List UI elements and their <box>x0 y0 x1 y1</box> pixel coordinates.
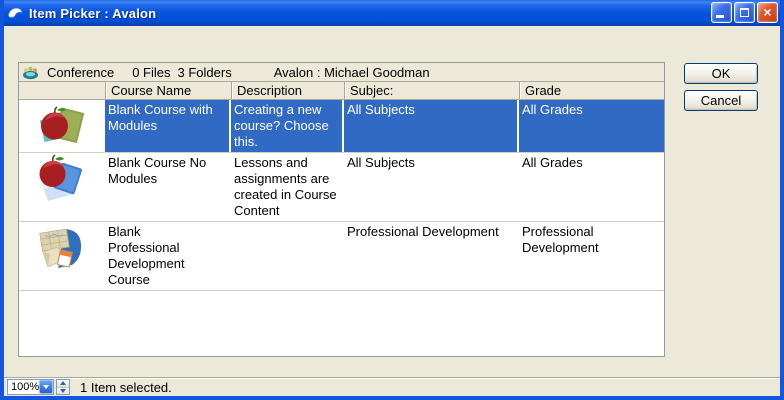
status-bar: 100% 1 Item selected. <box>4 377 780 396</box>
table-row[interactable]: Blank Course with Modules Creating a new… <box>19 100 664 153</box>
cell-description: Creating a new course? Choose this. <box>231 100 342 152</box>
zoom-spinner <box>56 379 70 395</box>
folders-count: 3 Folders <box>178 65 232 80</box>
row-icon-cell <box>19 153 105 221</box>
maximize-icon <box>740 8 749 17</box>
close-button[interactable]: × <box>757 2 778 23</box>
table-row[interactable]: Blank Course No Modules Lessons and assi… <box>19 153 664 222</box>
window-icon <box>7 5 24 21</box>
course-with-modules-icon <box>38 101 86 149</box>
cell-subject: All Subjects <box>344 153 517 221</box>
down-arrow-icon <box>60 389 66 393</box>
window-title: Item Picker : Avalon <box>29 6 711 21</box>
cell-subject: All Subjects <box>344 100 517 152</box>
minimize-button[interactable] <box>711 2 732 23</box>
column-header-description[interactable]: Description <box>231 82 344 99</box>
info-bar: Conference 0 Files 3 Folders Avalon : Mi… <box>19 63 664 82</box>
column-header-course-name[interactable]: Course Name <box>105 82 231 99</box>
row-icon-cell <box>19 100 105 152</box>
close-icon: × <box>763 5 771 19</box>
conference-icon <box>22 65 39 80</box>
column-header-subject[interactable]: Subjec: <box>344 82 519 99</box>
maximize-button[interactable] <box>734 2 755 23</box>
dialog-body: Conference 0 Files 3 Folders Avalon : Mi… <box>4 26 780 374</box>
spinner-down-button[interactable] <box>57 387 69 395</box>
minimize-icon <box>716 15 724 18</box>
zoom-combobox[interactable]: 100% <box>7 379 54 395</box>
column-header-grade[interactable]: Grade <box>519 82 664 99</box>
up-arrow-icon <box>60 381 66 385</box>
chevron-down-icon <box>43 385 49 389</box>
cell-grade: Professional Development <box>519 222 664 290</box>
cell-subject: Professional Development <box>344 222 517 290</box>
item-picker-window: Item Picker : Avalon × Conference 0 File… <box>0 0 784 400</box>
cell-course-name: Blank Course No Modules <box>105 153 229 221</box>
selection-status: 1 Item selected. <box>80 380 172 395</box>
row-icon-cell <box>19 222 105 290</box>
cell-description: Lessons and assignments are created in C… <box>231 153 342 221</box>
files-count: 0 Files <box>132 65 170 80</box>
ok-button[interactable]: OK <box>684 63 758 84</box>
cell-description <box>231 222 342 290</box>
context-label: Avalon : Michael Goodman <box>274 65 430 80</box>
table-row[interactable]: Blank Professional Development Course Pr… <box>19 222 664 291</box>
cell-course-name: Blank Course with Modules <box>105 100 229 152</box>
item-list-panel: Conference 0 Files 3 Folders Avalon : Mi… <box>18 62 665 357</box>
professional-development-icon <box>38 223 86 271</box>
column-header-icon-spacer <box>19 82 105 99</box>
cancel-button[interactable]: Cancel <box>684 90 758 111</box>
combo-dropdown-button[interactable] <box>39 380 53 394</box>
column-header-row: Course Name Description Subjec: Grade <box>19 82 664 100</box>
cell-grade: All Grades <box>519 100 664 152</box>
zoom-value: 100% <box>8 381 39 393</box>
course-no-modules-icon <box>38 154 86 202</box>
cell-course-name: Blank Professional Development Course <box>105 222 229 290</box>
cell-grade: All Grades <box>519 153 664 221</box>
item-rows: Blank Course with Modules Creating a new… <box>19 100 664 291</box>
titlebar[interactable]: Item Picker : Avalon × <box>0 0 784 26</box>
conference-label: Conference <box>47 65 114 80</box>
